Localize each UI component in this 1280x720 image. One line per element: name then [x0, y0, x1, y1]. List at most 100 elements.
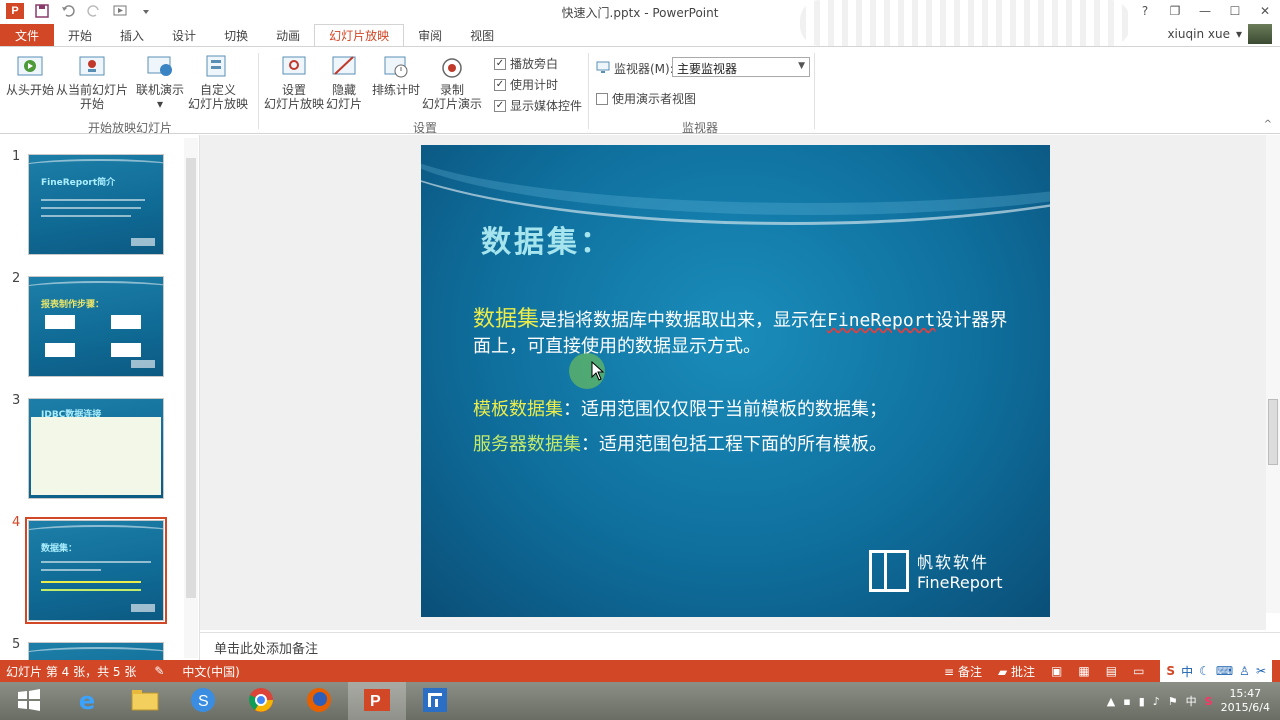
- tab-insert[interactable]: 插入: [106, 24, 158, 46]
- brand-cn: 帆软软件: [917, 553, 990, 572]
- p3-text: ：适用范围包括工程下面的所有模板。: [581, 434, 887, 455]
- clock[interactable]: 15:47 2015/6/4: [1221, 687, 1270, 715]
- tab-transitions[interactable]: 切换: [210, 24, 262, 46]
- taskbar-finereport[interactable]: [406, 682, 464, 720]
- monitor-label-row: 监视器(M):: [596, 60, 674, 77]
- language-indicator[interactable]: 中文(中国): [182, 663, 239, 680]
- setup-slide-show-button[interactable]: 设置 幻灯片放映: [264, 53, 324, 111]
- slide-sorter-icon[interactable]: ▦: [1078, 664, 1089, 678]
- slide-thumbnail-3[interactable]: JDBC数据连接: [28, 398, 164, 499]
- show-media-controls-checkbox[interactable]: ✓ 显示媒体控件: [494, 97, 582, 114]
- taskbar-firefox[interactable]: [290, 682, 348, 720]
- tab-file[interactable]: 文件: [0, 24, 55, 46]
- tab-home[interactable]: 开始: [54, 24, 106, 46]
- tab-design[interactable]: 设计: [158, 24, 210, 46]
- input-language-indicator[interactable]: 中: [1186, 693, 1197, 709]
- tab-slide-show[interactable]: 幻灯片放映: [314, 24, 405, 46]
- slideshow-view-icon[interactable]: ▭: [1133, 664, 1144, 678]
- spell-check-icon[interactable]: ✎: [154, 664, 164, 678]
- group-label-setup: 设置: [412, 121, 437, 135]
- status-bar: 幻灯片 第 4 张，共 5 张 ✎ 中文(中国) ≡ 备注 ▰ 批注 ▣ ▦ ▤…: [0, 660, 1280, 682]
- present-online-button[interactable]: 联机演示 ▾: [136, 53, 184, 111]
- shirt-icon: ♙: [1239, 664, 1250, 678]
- user-account[interactable]: xiuqin xue ▾: [1167, 24, 1272, 44]
- slide-thumbnail-5[interactable]: [28, 642, 164, 660]
- maximize-button[interactable]: ☐: [1220, 0, 1250, 22]
- network-icon[interactable]: ▮: [1139, 695, 1145, 708]
- thumb-text-line: [41, 215, 131, 217]
- taskbar-powerpoint[interactable]: P: [348, 682, 406, 720]
- checkbox-empty: [596, 92, 608, 105]
- close-button[interactable]: ✕: [1250, 0, 1280, 22]
- slide-paragraph-1[interactable]: 数据集是指将数据库中数据取出来，显示在FineReport设计器界面上，可直接使…: [473, 307, 1018, 360]
- slide-paragraph-2[interactable]: 模板数据集：适用范围仅仅限于当前模板的数据集；: [473, 397, 887, 423]
- slide-thumbnail-1[interactable]: FineReport简介: [28, 154, 164, 255]
- thumb-number: 5: [12, 637, 21, 652]
- thumb-wave: [29, 647, 163, 660]
- from-current-slide-button[interactable]: 从当前幻灯片 开始: [56, 53, 128, 111]
- collapse-ribbon-icon[interactable]: ^: [1264, 119, 1272, 130]
- sogou-app-icon: S: [190, 687, 216, 716]
- rehearse-timings-button[interactable]: 排练计时: [372, 53, 420, 97]
- taskbar-explorer[interactable]: [116, 682, 174, 720]
- record-slide-show-button[interactable]: 录制 幻灯片演示: [422, 53, 482, 111]
- thumb-step-box: [111, 343, 141, 357]
- window-title: 快速入门.pptx - PowerPoint: [561, 6, 719, 20]
- from-beginning-label: 从头开始: [6, 83, 55, 97]
- thumb-text-line: [41, 581, 141, 583]
- ime-toolbar[interactable]: S 中 ☾ ⌨ ♙ ✂: [1160, 660, 1272, 682]
- slide-paragraph-3[interactable]: 服务器数据集：适用范围包括工程下面的所有模板。: [473, 432, 887, 458]
- help-button[interactable]: ?: [1130, 0, 1160, 22]
- slide-counter: 幻灯片 第 4 张，共 5 张: [6, 664, 137, 679]
- current-slide[interactable]: 数据集： 数据集是指将数据库中数据取出来，显示在FineReport设计器界面上…: [421, 145, 1050, 617]
- flag-icon[interactable]: ⚑: [1168, 695, 1178, 708]
- ime-mode: 中: [1181, 664, 1194, 679]
- taskbar-sogou[interactable]: S: [174, 682, 232, 720]
- tray-app-icon[interactable]: ▪: [1123, 695, 1130, 708]
- system-tray: ▲ ▪ ▮ ♪ ⚑ 中 S 15:47 2015/6/4: [1107, 687, 1280, 715]
- ribbon-separator: [588, 53, 589, 129]
- term-dataset: 数据集: [473, 307, 540, 332]
- volume-icon[interactable]: ♪: [1153, 695, 1160, 708]
- ribbon-panel: 从头开始 从当前幻灯片 开始 联机演示 ▾ 自定义 幻灯片放映 开始放映幻灯片 …: [0, 46, 1280, 135]
- monitor-select[interactable]: 主要监视器 ▼: [672, 57, 810, 77]
- use-timings-checkbox[interactable]: ✓ 使用计时: [494, 76, 558, 93]
- monitor-icon: [596, 61, 610, 76]
- thumbnail-scrollbar[interactable]: [184, 138, 198, 658]
- play-narrations-checkbox[interactable]: ✓ 播放旁白: [494, 55, 558, 72]
- title-bar: P 快速入门.pptx - PowerPoint ? ❐ — ☐ ✕: [0, 0, 1280, 46]
- from-beginning-button[interactable]: 从头开始: [6, 53, 54, 97]
- start-button[interactable]: [0, 682, 58, 720]
- slide-thumbnail-2[interactable]: 报表制作步骤：: [28, 276, 164, 377]
- thumb-wave: [29, 281, 163, 297]
- hide-slide-button[interactable]: 隐藏 幻灯片: [326, 53, 362, 111]
- comments-toggle-button[interactable]: ▰ 批注: [998, 663, 1035, 680]
- minimize-button[interactable]: —: [1190, 0, 1220, 22]
- scrollbar-thumb[interactable]: [186, 158, 196, 598]
- slide-title[interactable]: 数据集：: [481, 217, 613, 261]
- scrollbar-thumb[interactable]: [1268, 399, 1278, 465]
- taskbar-ie[interactable]: e: [58, 682, 116, 720]
- thumb-step-box: [45, 343, 75, 357]
- normal-view-icon[interactable]: ▣: [1051, 664, 1062, 678]
- show-hidden-icons-icon[interactable]: ▲: [1107, 695, 1115, 708]
- finereport-mark-icon: [869, 549, 909, 592]
- slide-scrollbar[interactable]: [1266, 135, 1280, 613]
- ribbon-display-options-button[interactable]: ❐: [1160, 0, 1190, 22]
- thumb-title: 报表制作步骤：: [41, 300, 105, 310]
- slide-thumbnail-4[interactable]: 数据集：: [25, 517, 167, 624]
- reading-view-icon[interactable]: ▤: [1106, 664, 1117, 678]
- tab-review[interactable]: 审阅: [404, 24, 456, 46]
- sogou-tray-icon[interactable]: S: [1205, 695, 1213, 708]
- taskbar-chrome[interactable]: [232, 682, 290, 720]
- thumb-step-box: [45, 315, 75, 329]
- moon-icon: ☾: [1199, 664, 1210, 678]
- term-server-dataset: 服务器数据集: [473, 434, 581, 455]
- notes-toggle-button[interactable]: ≡ 备注: [944, 663, 982, 680]
- custom-slide-show-button[interactable]: 自定义 幻灯片放映: [188, 53, 248, 111]
- notes-pane[interactable]: 单击此处添加备注: [200, 632, 1280, 660]
- thumb-step-box: [111, 315, 141, 329]
- tab-animations[interactable]: 动画: [262, 24, 314, 46]
- presenter-view-checkbox[interactable]: 使用演示者视图: [596, 90, 696, 107]
- tab-view[interactable]: 视图: [456, 24, 508, 46]
